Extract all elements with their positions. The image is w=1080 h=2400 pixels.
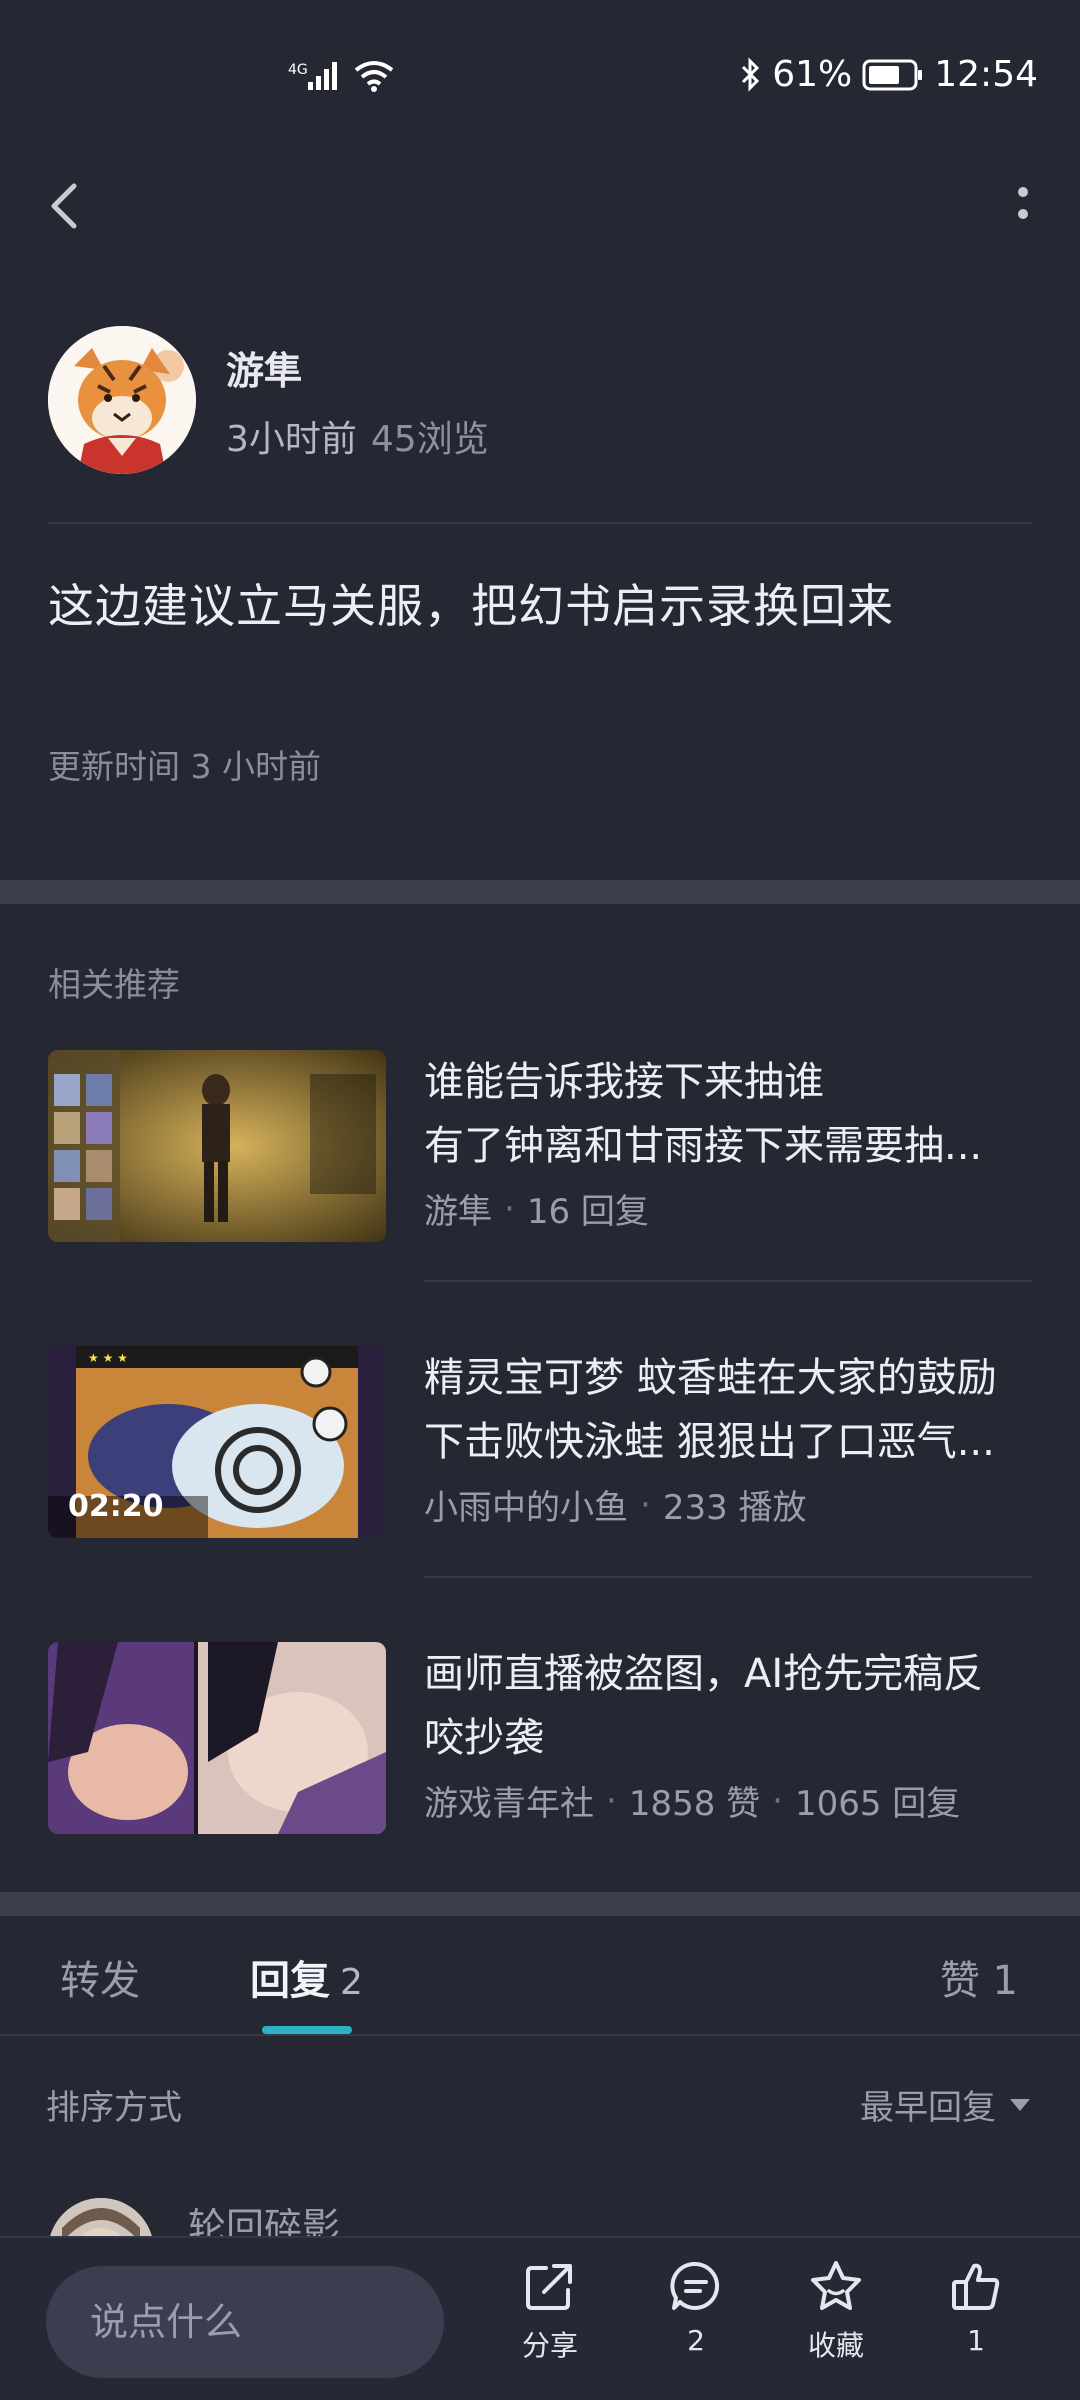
section-separator	[0, 880, 1080, 904]
recommend-text: 精灵宝可梦 蚊香蛙在大家的鼓励 下击败快泳蛙 狠狠出了口恶气... 小雨中的小鱼…	[424, 1346, 1034, 1529]
recommend-stat: 233 播放	[662, 1488, 807, 1528]
more-vertical-icon	[1018, 187, 1028, 219]
recommend-stat: 1065 回复	[794, 1784, 961, 1824]
share-button[interactable]: 分享	[490, 2258, 610, 2364]
tab-reply-label: 回复	[250, 1958, 330, 2004]
update-time: 更新时间 3 小时前	[48, 747, 321, 786]
caret-down-icon	[1010, 2098, 1030, 2111]
recommend-author: 游隼	[424, 1192, 492, 1232]
recommend-stat: 16 回复	[526, 1192, 649, 1232]
recommend-text: 谁能告诉我接下来抽谁 有了钟离和甘雨接下来需要抽... 游隼 · 16 回复	[424, 1050, 1034, 1233]
network-indicator: 4G	[288, 58, 396, 94]
artwork-image	[48, 1642, 386, 1834]
recommend-title-line: 谁能告诉我接下来抽谁	[424, 1059, 824, 1105]
favorite-label: 收藏	[807, 2329, 864, 2362]
chevron-left-icon	[51, 183, 77, 229]
recommend-thumbnail: ★ ★ ★ 02:20	[48, 1346, 386, 1538]
status-bar: 4G 61% 12:54	[0, 0, 1080, 160]
tab-reply[interactable]: 回复 2	[250, 1948, 363, 2006]
post-content: 这边建议立马关服，把幻书启示录换回来	[48, 579, 894, 633]
author-meta: 3小时前 45浏览	[226, 410, 489, 462]
recommend-meta: 游隼 · 16 回复	[424, 1184, 1034, 1233]
recommend-thumbnail	[48, 1642, 386, 1834]
recommend-title-line: 有了钟离和甘雨接下来需要抽...	[424, 1123, 983, 1169]
video-duration: 02:20	[68, 1489, 164, 1524]
like-count: 1	[967, 2324, 985, 2357]
battery-icon	[862, 59, 923, 90]
recommend-stat: 1858 赞	[628, 1784, 761, 1824]
comment-tabs: 转发 回复 2 赞 1	[0, 1912, 1080, 2036]
recommend-author: 游戏青年社	[424, 1784, 594, 1824]
share-label: 分享	[521, 2329, 578, 2362]
sort-value: 最早回复	[860, 2088, 996, 2128]
recommend-author: 小雨中的小鱼	[424, 1488, 628, 1528]
recommend-thumbnail	[48, 1050, 386, 1242]
wifi-icon	[354, 61, 394, 92]
signal-icon: 4G	[288, 62, 337, 90]
recommend-item[interactable]: ★ ★ ★ 02:20 精灵宝可梦 蚊香蛙在大家的鼓励 下击败快泳蛙 狠狠出了口…	[48, 1346, 1034, 1578]
game-screenshot-image	[48, 1050, 386, 1242]
recommend-meta: 小雨中的小鱼 · 233 播放	[424, 1480, 1034, 1529]
divider	[424, 1576, 1032, 1578]
tab-reply-count: 2	[340, 1962, 363, 2003]
comment-bubble-icon	[670, 2261, 720, 2310]
battery-percent: 61%	[772, 54, 853, 95]
star-icon	[811, 2261, 861, 2310]
back-button[interactable]	[40, 170, 100, 240]
separator-dot: ·	[640, 1484, 651, 1525]
recommend-title-line: 下击败快泳蛙 狠狠出了口恶气...	[424, 1419, 995, 1465]
comment-button[interactable]: 2	[636, 2258, 756, 2357]
separator-dot: ·	[606, 1780, 617, 1821]
clock: 12:54	[934, 54, 1038, 95]
recommend-title-line: 画师直播被盗图，AI抢先完稿反	[424, 1651, 984, 1697]
recommend-title-line: 咬抄袭	[424, 1715, 544, 1761]
recommend-title-line: 精灵宝可梦 蚊香蛙在大家的鼓励	[424, 1355, 997, 1401]
recommend-item[interactable]: 谁能告诉我接下来抽谁 有了钟离和甘雨接下来需要抽... 游隼 · 16 回复	[48, 1050, 1034, 1282]
tiger-avatar-image	[48, 326, 196, 474]
divider	[424, 1280, 1032, 1282]
author-avatar[interactable]	[48, 326, 196, 474]
favorite-button[interactable]: 收藏	[776, 2258, 896, 2364]
tab-like[interactable]: 赞 1	[940, 1948, 1018, 2006]
sort-dropdown[interactable]: 最早回复	[860, 2080, 1032, 2129]
recommend-title: 相关推荐	[48, 965, 180, 1004]
share-icon	[526, 2264, 572, 2310]
status-right: 61% 12:54	[740, 54, 1038, 95]
bluetooth-icon	[742, 56, 760, 92]
thumbs-up-icon	[952, 2263, 1000, 2310]
bottom-action-bar: 说点什么 分享 2 收藏 1	[0, 2236, 1080, 2400]
svg-text:★ ★ ★: ★ ★ ★	[88, 1351, 128, 1365]
post-time: 3小时前	[226, 419, 357, 460]
like-button[interactable]: 1	[916, 2258, 1036, 2357]
active-tab-indicator	[262, 2026, 352, 2034]
tab-repost[interactable]: 转发	[60, 1948, 140, 2006]
author-name[interactable]: 游隼	[226, 340, 302, 395]
view-count: 45浏览	[370, 419, 489, 460]
comment-input[interactable]: 说点什么	[46, 2266, 444, 2378]
separator-dot: ·	[504, 1188, 515, 1229]
comment-count: 2	[687, 2324, 705, 2357]
recommend-meta: 游戏青年社 · 1858 赞 · 1065 回复	[424, 1776, 1034, 1825]
divider	[48, 522, 1032, 524]
svg-text:4G: 4G	[288, 62, 308, 78]
recommend-item[interactable]: 画师直播被盗图，AI抢先完稿反 咬抄袭 游戏青年社 · 1858 赞 · 106…	[48, 1642, 1032, 1838]
sort-label: 排序方式	[46, 2088, 182, 2128]
recommend-text: 画师直播被盗图，AI抢先完稿反 咬抄袭 游戏青年社 · 1858 赞 · 106…	[424, 1642, 1034, 1825]
more-options-button[interactable]	[1008, 180, 1038, 230]
separator-dot: ·	[772, 1780, 783, 1821]
